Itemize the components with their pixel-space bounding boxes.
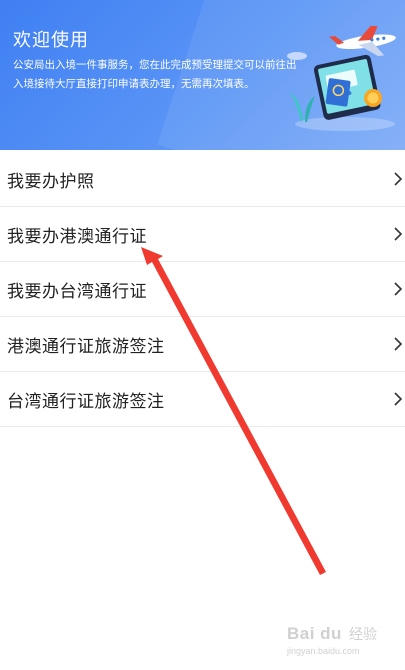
menu-item-label: 我要办港澳通行证 — [7, 226, 147, 247]
chevron-right-icon — [394, 227, 403, 241]
menu-item-label: 我要办台湾通行证 — [7, 281, 147, 302]
banner-description: 公安局出入境一件事服务，您在此完成预受理提交可以前往出入境接待大厅直接打印申请表… — [13, 59, 297, 90]
chevron-right-icon — [394, 392, 403, 406]
menu-item-label: 港澳通行证旅游签注 — [7, 336, 165, 357]
watermark-url: jingyan.baidu.com — [287, 646, 360, 656]
service-menu: 我要办护照 我要办港澳通行证 我要办台湾通行证 港澳通行证旅游签注 台湾通行证旅… — [0, 152, 405, 427]
travel-illustration — [287, 26, 396, 131]
menu-item-taiwan-endorsement[interactable]: 台湾通行证旅游签注 — [0, 372, 405, 427]
menu-item-hk-macau-endorsement[interactable]: 港澳通行证旅游签注 — [0, 317, 405, 372]
menu-item-hk-macau-permit[interactable]: 我要办港澳通行证 — [0, 207, 405, 262]
chevron-right-icon — [394, 282, 403, 296]
baidu-jingyan-watermark: Bai du 经验 jingyan.baidu.com — [287, 622, 377, 656]
menu-item-label: 我要办护照 — [7, 171, 95, 192]
chevron-right-icon — [394, 337, 403, 351]
watermark-logo: Bai du — [287, 624, 342, 643]
chevron-right-icon — [394, 172, 403, 186]
menu-item-taiwan-permit[interactable]: 我要办台湾通行证 — [0, 262, 405, 317]
menu-item-passport[interactable]: 我要办护照 — [0, 152, 405, 207]
banner-title: 欢迎使用 — [13, 30, 89, 51]
welcome-banner: 欢迎使用 公安局出入境一件事服务，您在此完成预受理提交可以前往出入境接待大厅直接… — [0, 0, 405, 150]
watermark-label: 经验 — [349, 627, 377, 643]
menu-item-label: 台湾通行证旅游签注 — [7, 391, 165, 412]
